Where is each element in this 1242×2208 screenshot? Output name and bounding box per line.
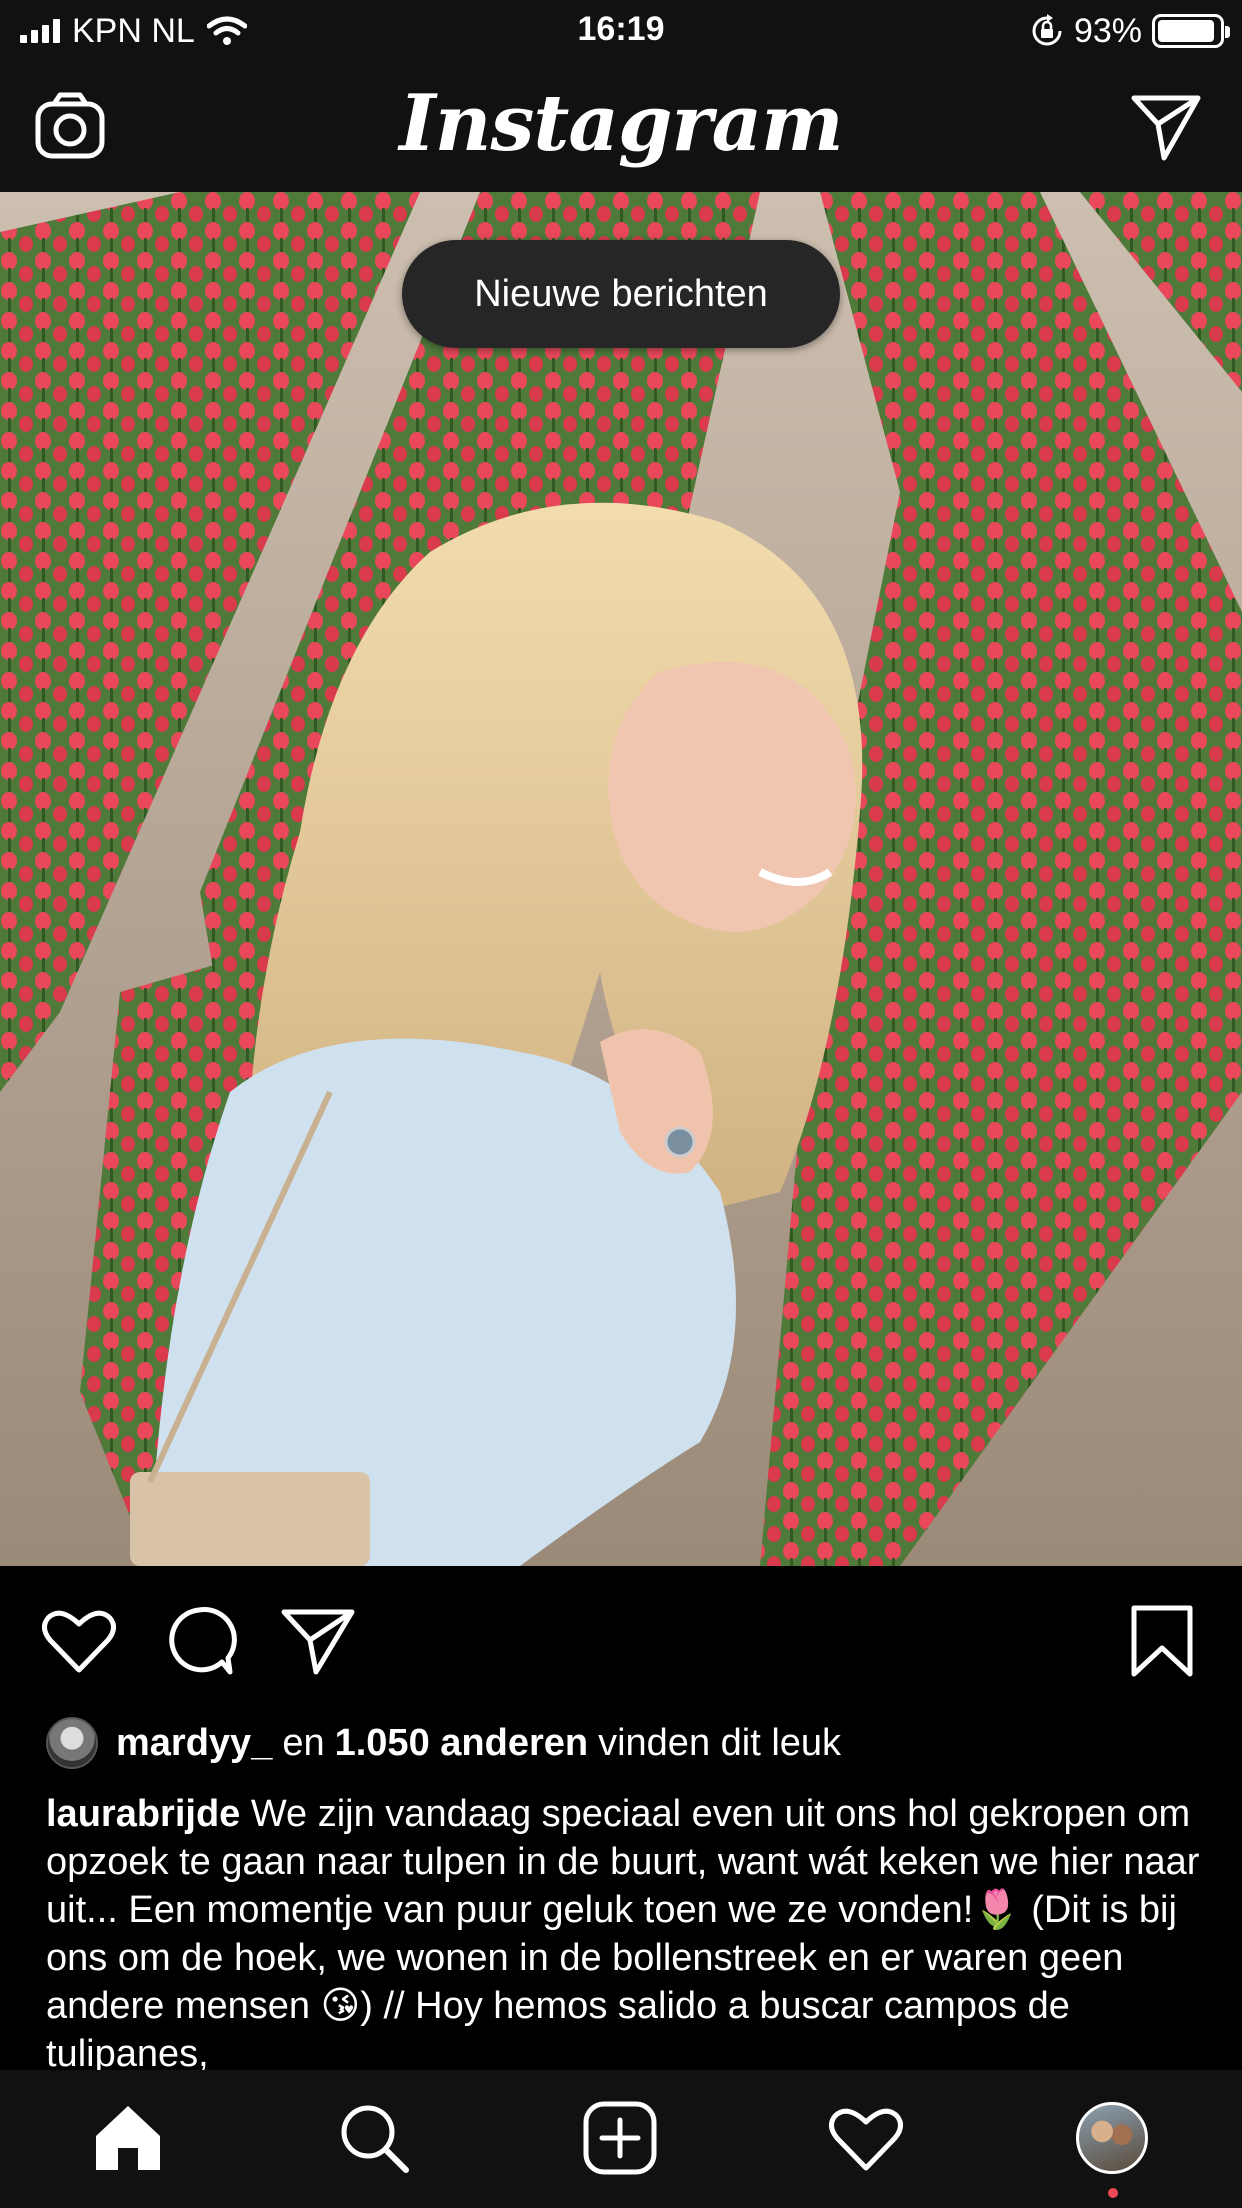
likes-suffix: vinden dit leuk <box>598 1721 842 1764</box>
bottom-nav <box>0 2070 1242 2208</box>
status-right: 93% <box>1030 10 1230 52</box>
new-post-icon[interactable] <box>582 2100 658 2176</box>
instagram-logo: Instagram <box>399 78 843 169</box>
profile-avatar[interactable] <box>1076 2102 1148 2174</box>
caption-author[interactable]: laurabrijde <box>46 1793 240 1835</box>
battery-percent: 93% <box>1073 11 1142 50</box>
direct-message-icon[interactable] <box>1130 92 1202 162</box>
likes-count[interactable]: 1.050 anderen <box>335 1722 588 1765</box>
app-header: Instagram <box>0 62 1242 192</box>
new-posts-pill[interactable]: Nieuwe berichten <box>402 240 840 348</box>
status-bar: KPN NL 16:19 93% <box>0 0 1242 62</box>
post-photo[interactable]: Nieuwe berichten <box>0 192 1242 1566</box>
battery-icon <box>1152 14 1230 48</box>
activity-icon[interactable] <box>828 2100 904 2176</box>
save-bookmark-icon[interactable] <box>1126 1602 1198 1680</box>
rotation-lock-icon <box>1032 14 1062 46</box>
post-actions <box>0 1566 1242 1706</box>
home-icon[interactable] <box>90 2100 166 2176</box>
like-heart-icon[interactable] <box>40 1602 118 1680</box>
liker-avatar[interactable] <box>46 1717 98 1769</box>
battery-fill <box>1158 20 1214 42</box>
share-icon[interactable] <box>280 1602 358 1680</box>
likes-line: mardyy_ en 1.050 anderen vinden dit leuk <box>46 1716 841 1770</box>
post-caption: laurabrijde We zijn vandaag speciaal eve… <box>46 1790 1206 2070</box>
search-icon[interactable] <box>336 2100 412 2176</box>
notification-dot <box>1108 2188 1118 2198</box>
liker-username[interactable]: mardyy_ <box>116 1722 272 1765</box>
comment-icon[interactable] <box>160 1602 238 1680</box>
tulip-field-image <box>0 192 1242 1566</box>
likes-en: en <box>282 1721 325 1764</box>
